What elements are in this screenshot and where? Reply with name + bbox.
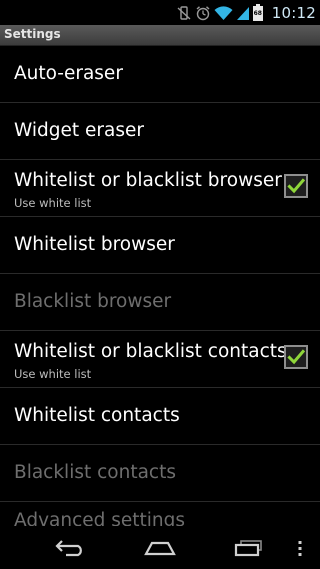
setting-whitelist-browser[interactable]: Whitelist browser xyxy=(0,217,320,274)
home-icon xyxy=(144,541,176,556)
setting-label: Blacklist contacts xyxy=(14,462,176,483)
setting-auto-eraser[interactable]: Auto-eraser xyxy=(0,46,320,103)
setting-label: Whitelist or blacklist browser xyxy=(14,170,282,191)
screen: 68 10:12 Settings Auto-eraser Widget era… xyxy=(0,0,320,569)
setting-label: Blacklist browser xyxy=(14,291,172,312)
status-clock: 10:12 xyxy=(271,3,316,22)
setting-blacklist-browser: Blacklist browser xyxy=(0,274,320,331)
setting-summary: Use white list xyxy=(14,196,92,210)
home-button[interactable] xyxy=(140,535,180,561)
battery-level-text: 68 xyxy=(253,10,262,17)
signal-icon xyxy=(236,5,250,21)
back-icon xyxy=(55,540,82,557)
setting-label: Auto-eraser xyxy=(14,63,123,84)
setting-whitelist-or-blacklist-contacts[interactable]: Whitelist or blacklist contacts Use whit… xyxy=(0,331,320,388)
setting-label: Advanced settings xyxy=(14,510,186,526)
overflow-menu-icon xyxy=(298,541,302,556)
wifi-icon xyxy=(214,5,233,21)
back-button[interactable] xyxy=(50,535,90,561)
setting-label: Whitelist contacts xyxy=(14,405,180,426)
recent-apps-icon xyxy=(234,540,262,557)
title-bar: Settings xyxy=(0,25,320,46)
status-bar: 68 10:12 xyxy=(0,0,320,25)
setting-advanced-settings[interactable]: Advanced settings xyxy=(0,502,320,526)
navigation-bar xyxy=(0,527,320,569)
setting-label: Whitelist browser xyxy=(14,234,175,255)
checkmark-icon xyxy=(287,178,305,194)
checkmark-icon xyxy=(287,349,305,365)
page-title: Settings xyxy=(4,27,61,41)
settings-list[interactable]: Auto-eraser Widget eraser Whitelist or b… xyxy=(0,46,320,526)
setting-widget-eraser[interactable]: Widget eraser xyxy=(0,103,320,160)
setting-label: Whitelist or blacklist contacts xyxy=(14,341,287,362)
battery-icon: 68 xyxy=(252,4,263,21)
recent-apps-button[interactable] xyxy=(228,535,268,561)
alarm-icon xyxy=(195,5,211,21)
setting-label: Widget eraser xyxy=(14,120,144,141)
setting-blacklist-contacts: Blacklist contacts xyxy=(0,445,320,502)
setting-whitelist-contacts[interactable]: Whitelist contacts xyxy=(0,388,320,445)
overflow-menu-button[interactable] xyxy=(282,535,318,561)
browser-list-checkbox[interactable] xyxy=(284,174,308,198)
setting-whitelist-or-blacklist-browser[interactable]: Whitelist or blacklist browser Use white… xyxy=(0,160,320,217)
vibrate-mute-icon xyxy=(176,5,192,21)
setting-summary: Use white list xyxy=(14,367,92,381)
status-icons: 68 10:12 xyxy=(176,0,316,25)
contacts-list-checkbox[interactable] xyxy=(284,345,308,369)
